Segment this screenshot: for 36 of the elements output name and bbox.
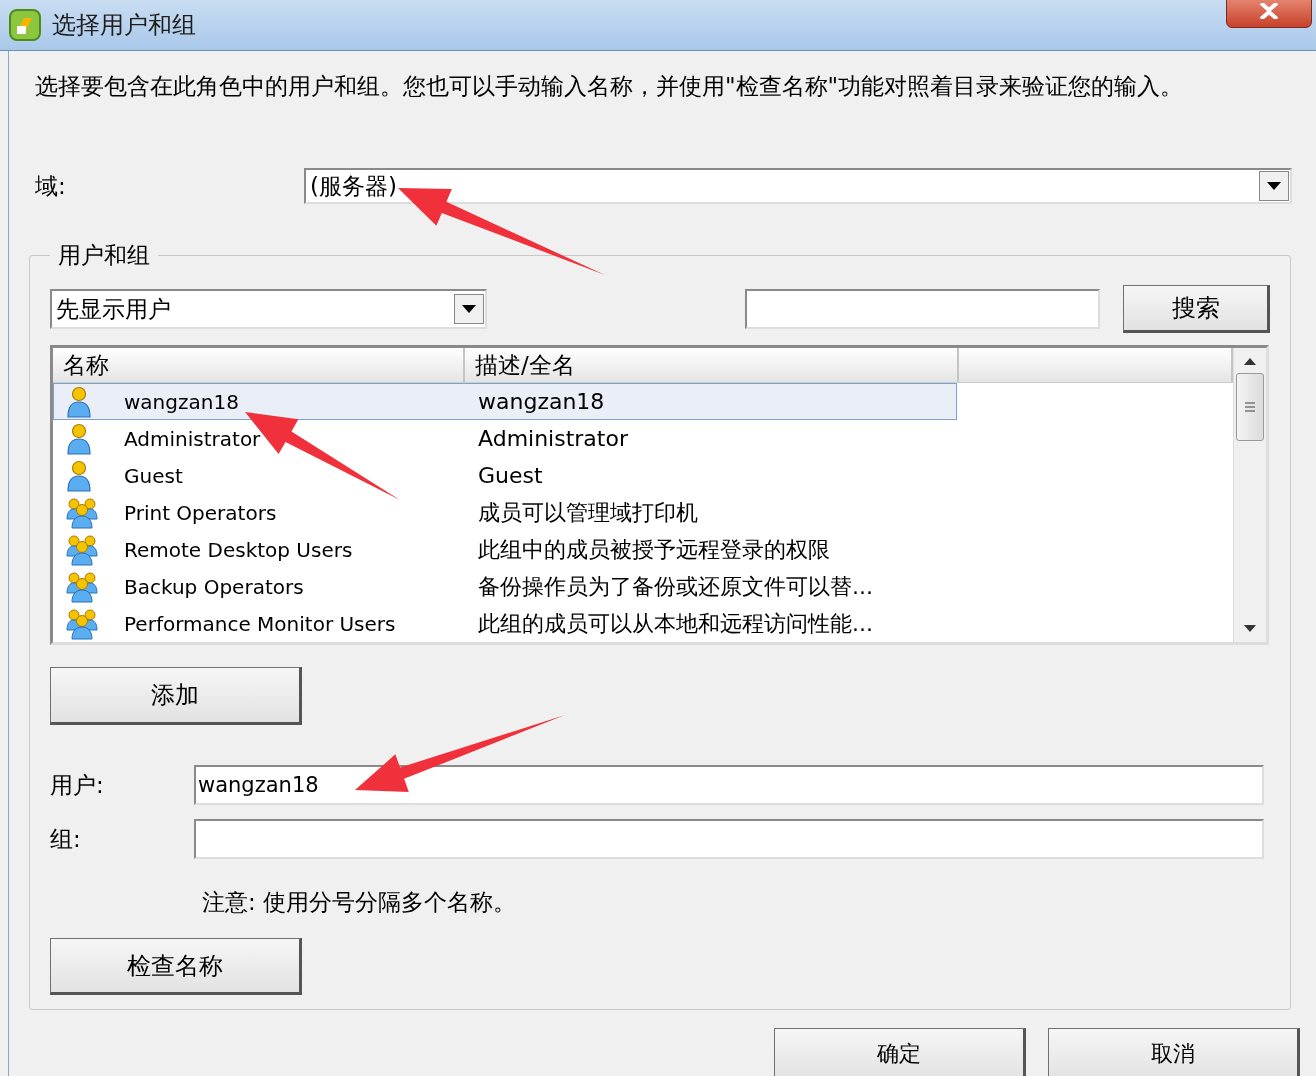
- window-title: 选择用户和组: [52, 10, 196, 41]
- domain-label: 域:: [35, 171, 67, 201]
- filter-dropdown[interactable]: 先显示用户: [50, 289, 487, 329]
- domain-dropdown[interactable]: (服务器): [304, 168, 1292, 204]
- name-cell: Performance Monitor Users: [124, 611, 396, 636]
- name-cell: Guest: [124, 463, 183, 488]
- search-button[interactable]: 搜索: [1123, 285, 1270, 333]
- list-row[interactable]: Backup Operators 备份操作员为了备份或还原文件可以替...: [53, 568, 957, 605]
- name-cell: Backup Operators: [124, 574, 304, 599]
- list-row[interactable]: Print Operators 成员可以管理域打印机: [53, 494, 957, 531]
- name-cell: wangzan18: [124, 389, 239, 414]
- description-cell-text: 成员可以管理域打印机: [477, 498, 698, 527]
- description-cell-text: 此组的成员可以从本地和远程访问性能...: [477, 609, 873, 638]
- name-cell: Remote Desktop Users: [124, 537, 353, 562]
- description-cell-text: 此组中的成员被授予远程登录的权限: [477, 535, 830, 564]
- list-row[interactable]: Guest Guest: [53, 457, 957, 494]
- note-text: 注意: 使用分号分隔多个名称。: [202, 888, 518, 917]
- description-cell-text: Administrator: [477, 426, 628, 451]
- description-cell-text: wangzan18: [477, 389, 605, 414]
- name-cell: Administrator: [124, 426, 261, 451]
- dialog-button[interactable]: 确定: [774, 1028, 1026, 1076]
- dialog-button[interactable]: 取消: [1048, 1028, 1300, 1076]
- description-cell-text: Guest: [477, 463, 543, 488]
- name-cell: Print Operators: [124, 500, 277, 525]
- list-row[interactable]: Performance Monitor Users 此组的成员可以从本地和远程访问性能...: [53, 605, 957, 642]
- list-row[interactable]: Remote Desktop Users 此组中的成员被授予远程登录的权限: [53, 531, 957, 568]
- add-button[interactable]: 添加: [50, 667, 302, 725]
- group-box-title: 用户和组: [57, 241, 151, 270]
- description-cell-text: 备份操作员为了备份或还原文件可以替...: [477, 572, 873, 601]
- users-field[interactable]: wangzan18: [194, 765, 1264, 805]
- description-text: 选择要包含在此角色中的用户和组。您也可以手动输入名称，并使用"检查名称"功能对照着目录来验证您的输入。: [35, 72, 1185, 101]
- users-label: 用户:: [50, 770, 105, 800]
- groups-label: 组:: [50, 824, 82, 854]
- list-row[interactable]: wangzan18 wangzan18: [53, 383, 957, 420]
- list-row[interactable]: Administrator Administrator: [53, 420, 957, 457]
- check-names-button[interactable]: 检查名称: [50, 938, 302, 995]
